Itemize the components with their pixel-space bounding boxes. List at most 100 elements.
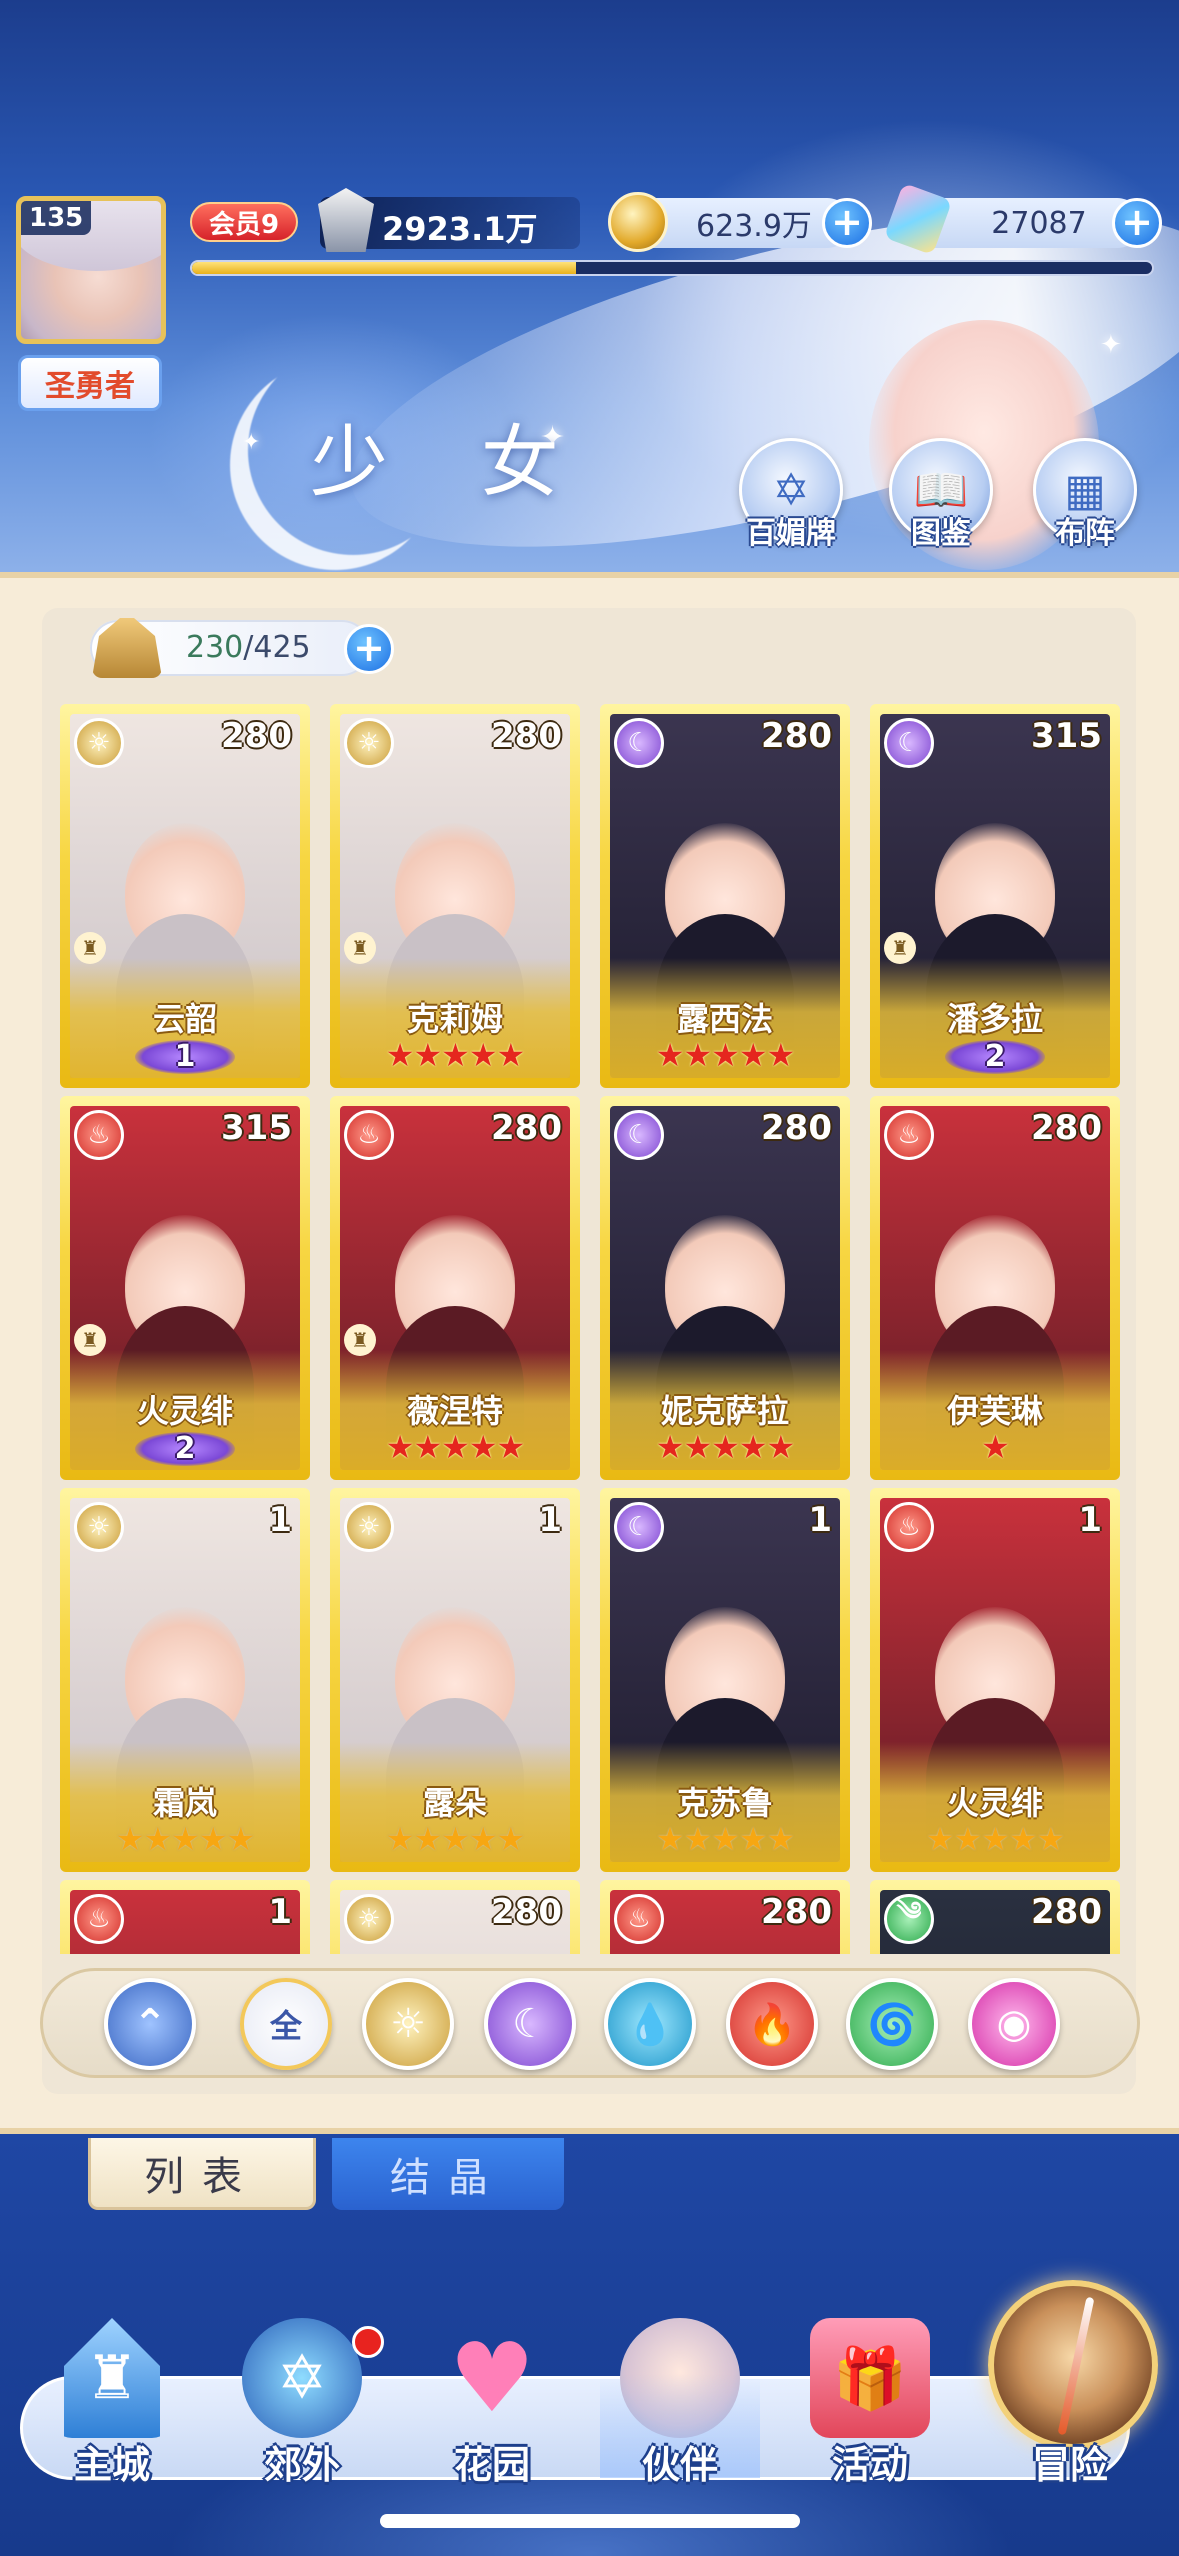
water-icon: 💧: [625, 2001, 675, 2048]
exp-bar: [190, 260, 1154, 276]
nav-label: 主城: [73, 2443, 150, 2487]
star-rating: ★★★★★: [385, 1428, 525, 1466]
codex-button[interactable]: 📖 图鉴: [886, 438, 996, 551]
moon-icon: ☾: [512, 2001, 548, 2047]
character-level: 315: [1031, 716, 1102, 756]
power-value: 2923.1万: [382, 210, 538, 248]
player-avatar[interactable]: 135: [16, 196, 166, 344]
character-level: 280: [761, 1108, 832, 1148]
filter-wind-button[interactable]: 🌀: [846, 1978, 938, 2070]
tab-crystal[interactable]: 结晶: [332, 2138, 564, 2210]
character-card[interactable]: ♨ 1 火灵绯 ★★★★★: [870, 1488, 1120, 1872]
filter-charm-button[interactable]: ◉: [968, 1978, 1060, 2070]
character-card[interactable]: ♨ 280: [600, 1880, 850, 1954]
page-title: 少 女: [310, 418, 593, 508]
nav-partner[interactable]: 伙伴: [590, 2318, 770, 2487]
charm-cards-button[interactable]: ✡ 百媚牌: [736, 438, 846, 551]
nav-events[interactable]: 🎁 活动: [780, 2318, 960, 2487]
add-crystal-button[interactable]: +: [1112, 198, 1162, 248]
filter-all-button[interactable]: 全: [240, 1978, 332, 2070]
character-level: 280: [491, 716, 562, 756]
character-level: 1: [268, 1892, 292, 1932]
nav-outskirts[interactable]: ✡ 郊外: [212, 2318, 392, 2487]
character-level: 1: [268, 1500, 292, 1540]
sparkle-icon: ✦: [242, 430, 261, 455]
star-rating: ★: [981, 1428, 1010, 1466]
bag-capacity-text: 230/425: [186, 630, 311, 665]
character-card[interactable]: ♨ 315 火灵绯 2 ♜: [60, 1096, 310, 1480]
sort-toggle-button[interactable]: ⌃: [104, 1978, 196, 2070]
sparkle-icon: ✦: [1100, 330, 1122, 360]
wind-icon: 🌀: [867, 2001, 917, 2048]
character-card[interactable]: ༄ 280: [870, 1880, 1120, 1954]
filter-sun-button[interactable]: ☼: [362, 1978, 454, 2070]
character-name: 火灵绯: [136, 1392, 233, 1430]
vip-badge[interactable]: 会员9: [190, 202, 298, 242]
character-card[interactable]: ☼ 280 云韶 1 ♜: [60, 704, 310, 1088]
character-card[interactable]: ☼ 1 霜岚 ★★★★★: [60, 1488, 310, 1872]
filter-fire-button[interactable]: 🔥: [726, 1978, 818, 2070]
character-card[interactable]: ♨ 280 薇涅特 ★★★★★ ♜: [330, 1096, 580, 1480]
filter-water-button[interactable]: 💧: [604, 1978, 696, 2070]
sun-icon: ☼: [74, 718, 124, 768]
character-name: 火灵绯: [946, 1784, 1043, 1822]
character-name: 露朵: [422, 1784, 487, 1822]
character-level: 280: [1031, 1108, 1102, 1148]
awaken-badge: 2: [945, 1040, 1045, 1074]
rook-icon: ♜: [344, 932, 376, 964]
rook-icon: ♜: [344, 1324, 376, 1356]
wind-icon: ༄: [884, 1894, 934, 1944]
gold-amount: 623.9万: [696, 209, 812, 244]
fire-icon: 🔥: [747, 2001, 797, 2048]
fire-icon: ♨: [884, 1502, 934, 1552]
add-gold-button[interactable]: +: [822, 198, 872, 248]
nav-adventure[interactable]: 冒险: [980, 2318, 1160, 2487]
nav-label: 冒险: [1031, 2443, 1108, 2487]
star-rating: ★★★★★: [385, 1036, 525, 1074]
sort-icon: ⌃: [133, 2001, 167, 2047]
nav-label: 郊外: [263, 2443, 340, 2487]
character-card[interactable]: ☾ 280 露西法 ★★★★★: [600, 704, 850, 1088]
charm-cards-label: 百媚牌: [746, 516, 836, 551]
rook-icon: ♜: [74, 932, 106, 964]
crystal-amount: 27087: [991, 205, 1087, 241]
character-name: 露西法: [676, 1000, 773, 1038]
character-card[interactable]: ♨ 280 伊芙琳 ★: [870, 1096, 1120, 1480]
character-level: 1: [538, 1500, 562, 1540]
nav-garden[interactable]: ♥ 花园: [402, 2318, 582, 2487]
formation-label: 布阵: [1055, 516, 1115, 551]
character-card[interactable]: ☼ 280 克莉姆 ★★★★★ ♜: [330, 704, 580, 1088]
star-rating: ★★★★★: [655, 1428, 795, 1466]
character-card[interactable]: ☾ 315 潘多拉 2 ♜: [870, 704, 1120, 1088]
fire-icon: ♨: [344, 1110, 394, 1160]
character-card[interactable]: ♨ 1: [60, 1880, 310, 1954]
filter-moon-button[interactable]: ☾: [484, 1978, 576, 2070]
character-card[interactable]: ☾ 1 克苏鲁 ★★★★★: [600, 1488, 850, 1872]
nav-label: 伙伴: [641, 2443, 718, 2487]
formation-button[interactable]: ▦ 布阵: [1030, 438, 1140, 551]
character-card[interactable]: ☾ 280 妮克萨拉 ★★★★★: [600, 1096, 850, 1480]
nav-label: 花园: [453, 2443, 530, 2487]
codex-label: 图鉴: [911, 516, 971, 551]
character-name: 克苏鲁: [676, 1784, 773, 1822]
tab-list[interactable]: 列表: [88, 2138, 316, 2210]
home-indicator[interactable]: [380, 2514, 800, 2528]
character-card[interactable]: ☼ 280: [330, 1880, 580, 1954]
heart-icon: ♥: [448, 2322, 536, 2434]
rook-icon: ♜: [884, 932, 916, 964]
sun-icon: ☼: [344, 718, 394, 768]
player-level: 135: [21, 201, 92, 235]
character-level: 280: [1031, 1892, 1102, 1932]
expand-bag-button[interactable]: +: [344, 624, 394, 674]
star-rating: ★★★★★: [385, 1820, 525, 1858]
star-rating: ★★★★★: [655, 1036, 795, 1074]
moon-icon: ☾: [884, 718, 934, 768]
character-name: 妮克萨拉: [660, 1392, 789, 1430]
nav-main-city[interactable]: ♜ 主城: [22, 2318, 202, 2487]
character-card[interactable]: ☼ 1 露朵 ★★★★★: [330, 1488, 580, 1872]
notification-dot: [352, 2326, 384, 2358]
character-name: 云韶: [152, 1000, 217, 1038]
character-name: 克莉姆: [406, 1000, 503, 1038]
fire-icon: ♨: [614, 1894, 664, 1944]
fire-icon: ♨: [74, 1894, 124, 1944]
